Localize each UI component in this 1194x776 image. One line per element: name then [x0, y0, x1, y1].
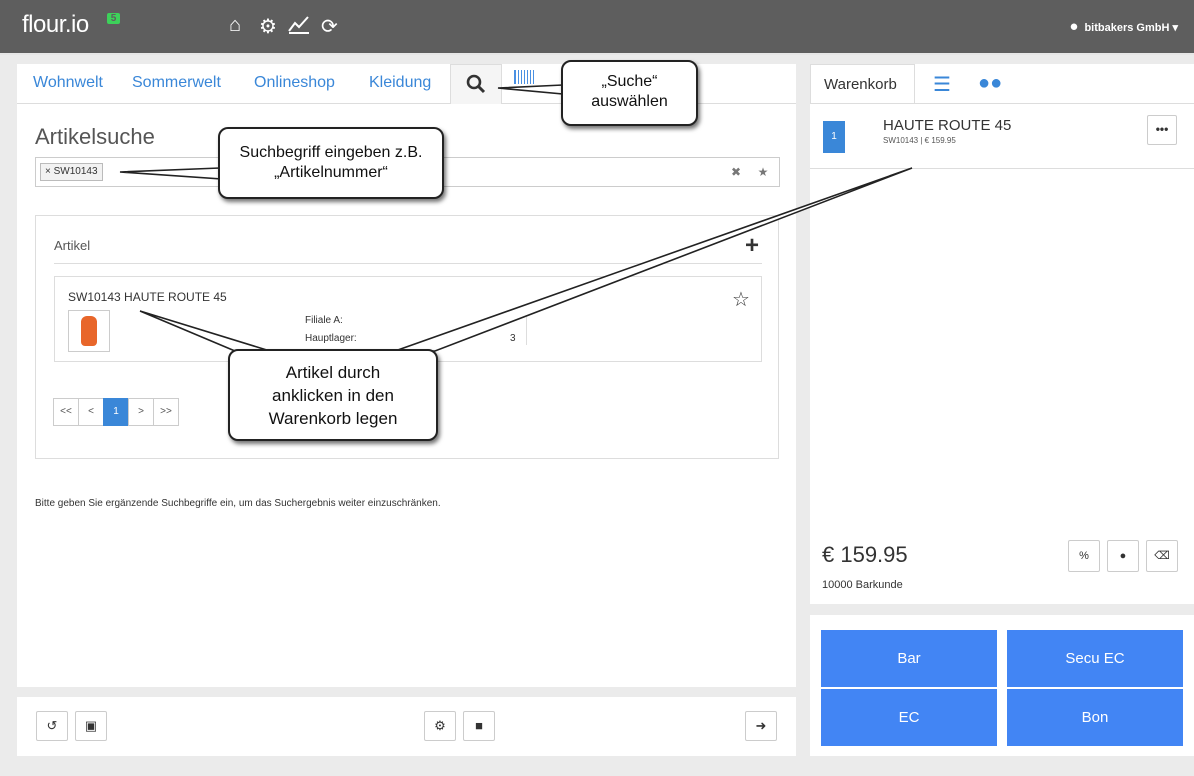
- add-icon[interactable]: +: [745, 232, 759, 260]
- callout-suchbegriff: Suchbegriff eingeben z.B. „Artikelnummer…: [218, 127, 444, 199]
- product-thumbnail[interactable]: [68, 310, 110, 352]
- artikel-header: Artikel: [54, 238, 91, 253]
- star-icon[interactable]: ☆: [732, 287, 750, 312]
- tag-close-icon[interactable]: ×: [45, 166, 51, 177]
- logo-badge: 5: [107, 13, 120, 24]
- tab-warenkorb[interactable]: Warenkorb: [810, 64, 915, 104]
- settings-button[interactable]: ⚙: [424, 711, 456, 741]
- lock-button[interactable]: ■: [463, 711, 495, 741]
- callout-artikel-text: Artikel durch anklicken in den Warenkorb…: [268, 363, 398, 428]
- list-icon[interactable]: ☰: [933, 72, 951, 97]
- tab-onlineshop[interactable]: Onlineshop: [254, 74, 335, 92]
- barcode-icon[interactable]: [514, 70, 536, 84]
- logout-button[interactable]: ➜: [745, 711, 777, 741]
- cash-button[interactable]: ▣: [75, 711, 107, 741]
- user-menu[interactable]: ● bitbakers GmbH ▾: [1069, 18, 1178, 35]
- search-icon: [466, 74, 486, 94]
- callout-artikel: Artikel durch anklicken in den Warenkorb…: [228, 349, 438, 441]
- tab-wohnwelt[interactable]: Wohnwelt: [33, 74, 103, 92]
- favorite-icon[interactable]: ★: [749, 158, 777, 186]
- search-tag[interactable]: × SW10143: [40, 163, 103, 181]
- item-sub: SW10143 | € 159.95: [883, 136, 956, 145]
- divider: [54, 263, 762, 264]
- customer-button[interactable]: ●: [1107, 540, 1139, 572]
- pagination: << < 1 > >>: [53, 398, 179, 426]
- stock-label-b: Hauptlager:: [305, 333, 357, 344]
- tab-kleidung[interactable]: Kleidung: [369, 74, 431, 92]
- cart-item[interactable]: 1 HAUTE ROUTE 45 SW10143 | € 159.95 •••: [810, 105, 1194, 169]
- cart-tabs: Warenkorb ☰ ●●: [810, 64, 1194, 104]
- pay-bon-button[interactable]: Bon: [1007, 689, 1183, 746]
- search-hint: Bitte geben Sie ergänzende Suchbegriffe …: [35, 498, 441, 509]
- page-next[interactable]: >: [128, 398, 154, 426]
- item-name: HAUTE ROUTE 45: [883, 117, 1012, 134]
- payment-panel: Bar Secu EC EC Bon: [810, 615, 1194, 756]
- discount-button[interactable]: %: [1068, 540, 1100, 572]
- item-quantity[interactable]: 1: [823, 121, 845, 153]
- customer-label[interactable]: 10000 Barkunde: [822, 579, 903, 591]
- page-current[interactable]: 1: [103, 398, 129, 426]
- pay-bar-button[interactable]: Bar: [821, 630, 997, 687]
- gear-icon[interactable]: ⚙: [259, 14, 277, 39]
- callout-suche-text: „Suche“ auswählen: [591, 73, 668, 110]
- home-icon[interactable]: ⌂: [229, 14, 241, 37]
- more-button[interactable]: •••: [1147, 115, 1177, 145]
- users-icon[interactable]: ●●: [978, 72, 1002, 95]
- item-title: SW10143 HAUTE ROUTE 45: [68, 290, 227, 304]
- page-last[interactable]: >>: [153, 398, 179, 426]
- clear-icon[interactable]: ✖: [722, 158, 750, 186]
- chart-icon[interactable]: [288, 14, 310, 40]
- cart-total: € 159.95: [822, 542, 908, 567]
- delete-button[interactable]: ⌫: [1146, 540, 1178, 572]
- callout-suchbegriff-text: Suchbegriff eingeben z.B. „Artikelnummer…: [239, 144, 423, 181]
- stock-value-b: 3: [510, 333, 516, 344]
- pay-ec-button[interactable]: EC: [821, 689, 997, 746]
- page-prev[interactable]: <: [78, 398, 104, 426]
- user-name: bitbakers GmbH: [1084, 22, 1170, 34]
- cart-panel: Warenkorb ☰ ●● 1 HAUTE ROUTE 45 SW10143 …: [810, 64, 1194, 604]
- user-icon: ●: [1069, 18, 1079, 35]
- refresh-icon[interactable]: ⟳: [321, 14, 338, 39]
- page-first[interactable]: <<: [53, 398, 79, 426]
- tag-label: SW10143: [53, 166, 98, 177]
- tab-sommerwelt[interactable]: Sommerwelt: [132, 74, 221, 92]
- stock-divider: [526, 317, 527, 345]
- page-title: Artikelsuche: [35, 124, 155, 149]
- top-bar: flour.io 5 ⌂ ⚙ ⟳ ● bitbakers GmbH ▾: [0, 0, 1194, 55]
- bottom-toolbar: ↺ ▣ ⚙ ■ ➜: [17, 697, 796, 756]
- pay-secu-ec-button[interactable]: Secu EC: [1007, 630, 1183, 687]
- app-logo[interactable]: flour.io: [22, 11, 89, 39]
- tab-search[interactable]: [450, 64, 502, 104]
- stock-label-a: Filiale A:: [305, 315, 343, 326]
- history-button[interactable]: ↺: [36, 711, 68, 741]
- callout-suche: „Suche“ auswählen: [561, 60, 698, 126]
